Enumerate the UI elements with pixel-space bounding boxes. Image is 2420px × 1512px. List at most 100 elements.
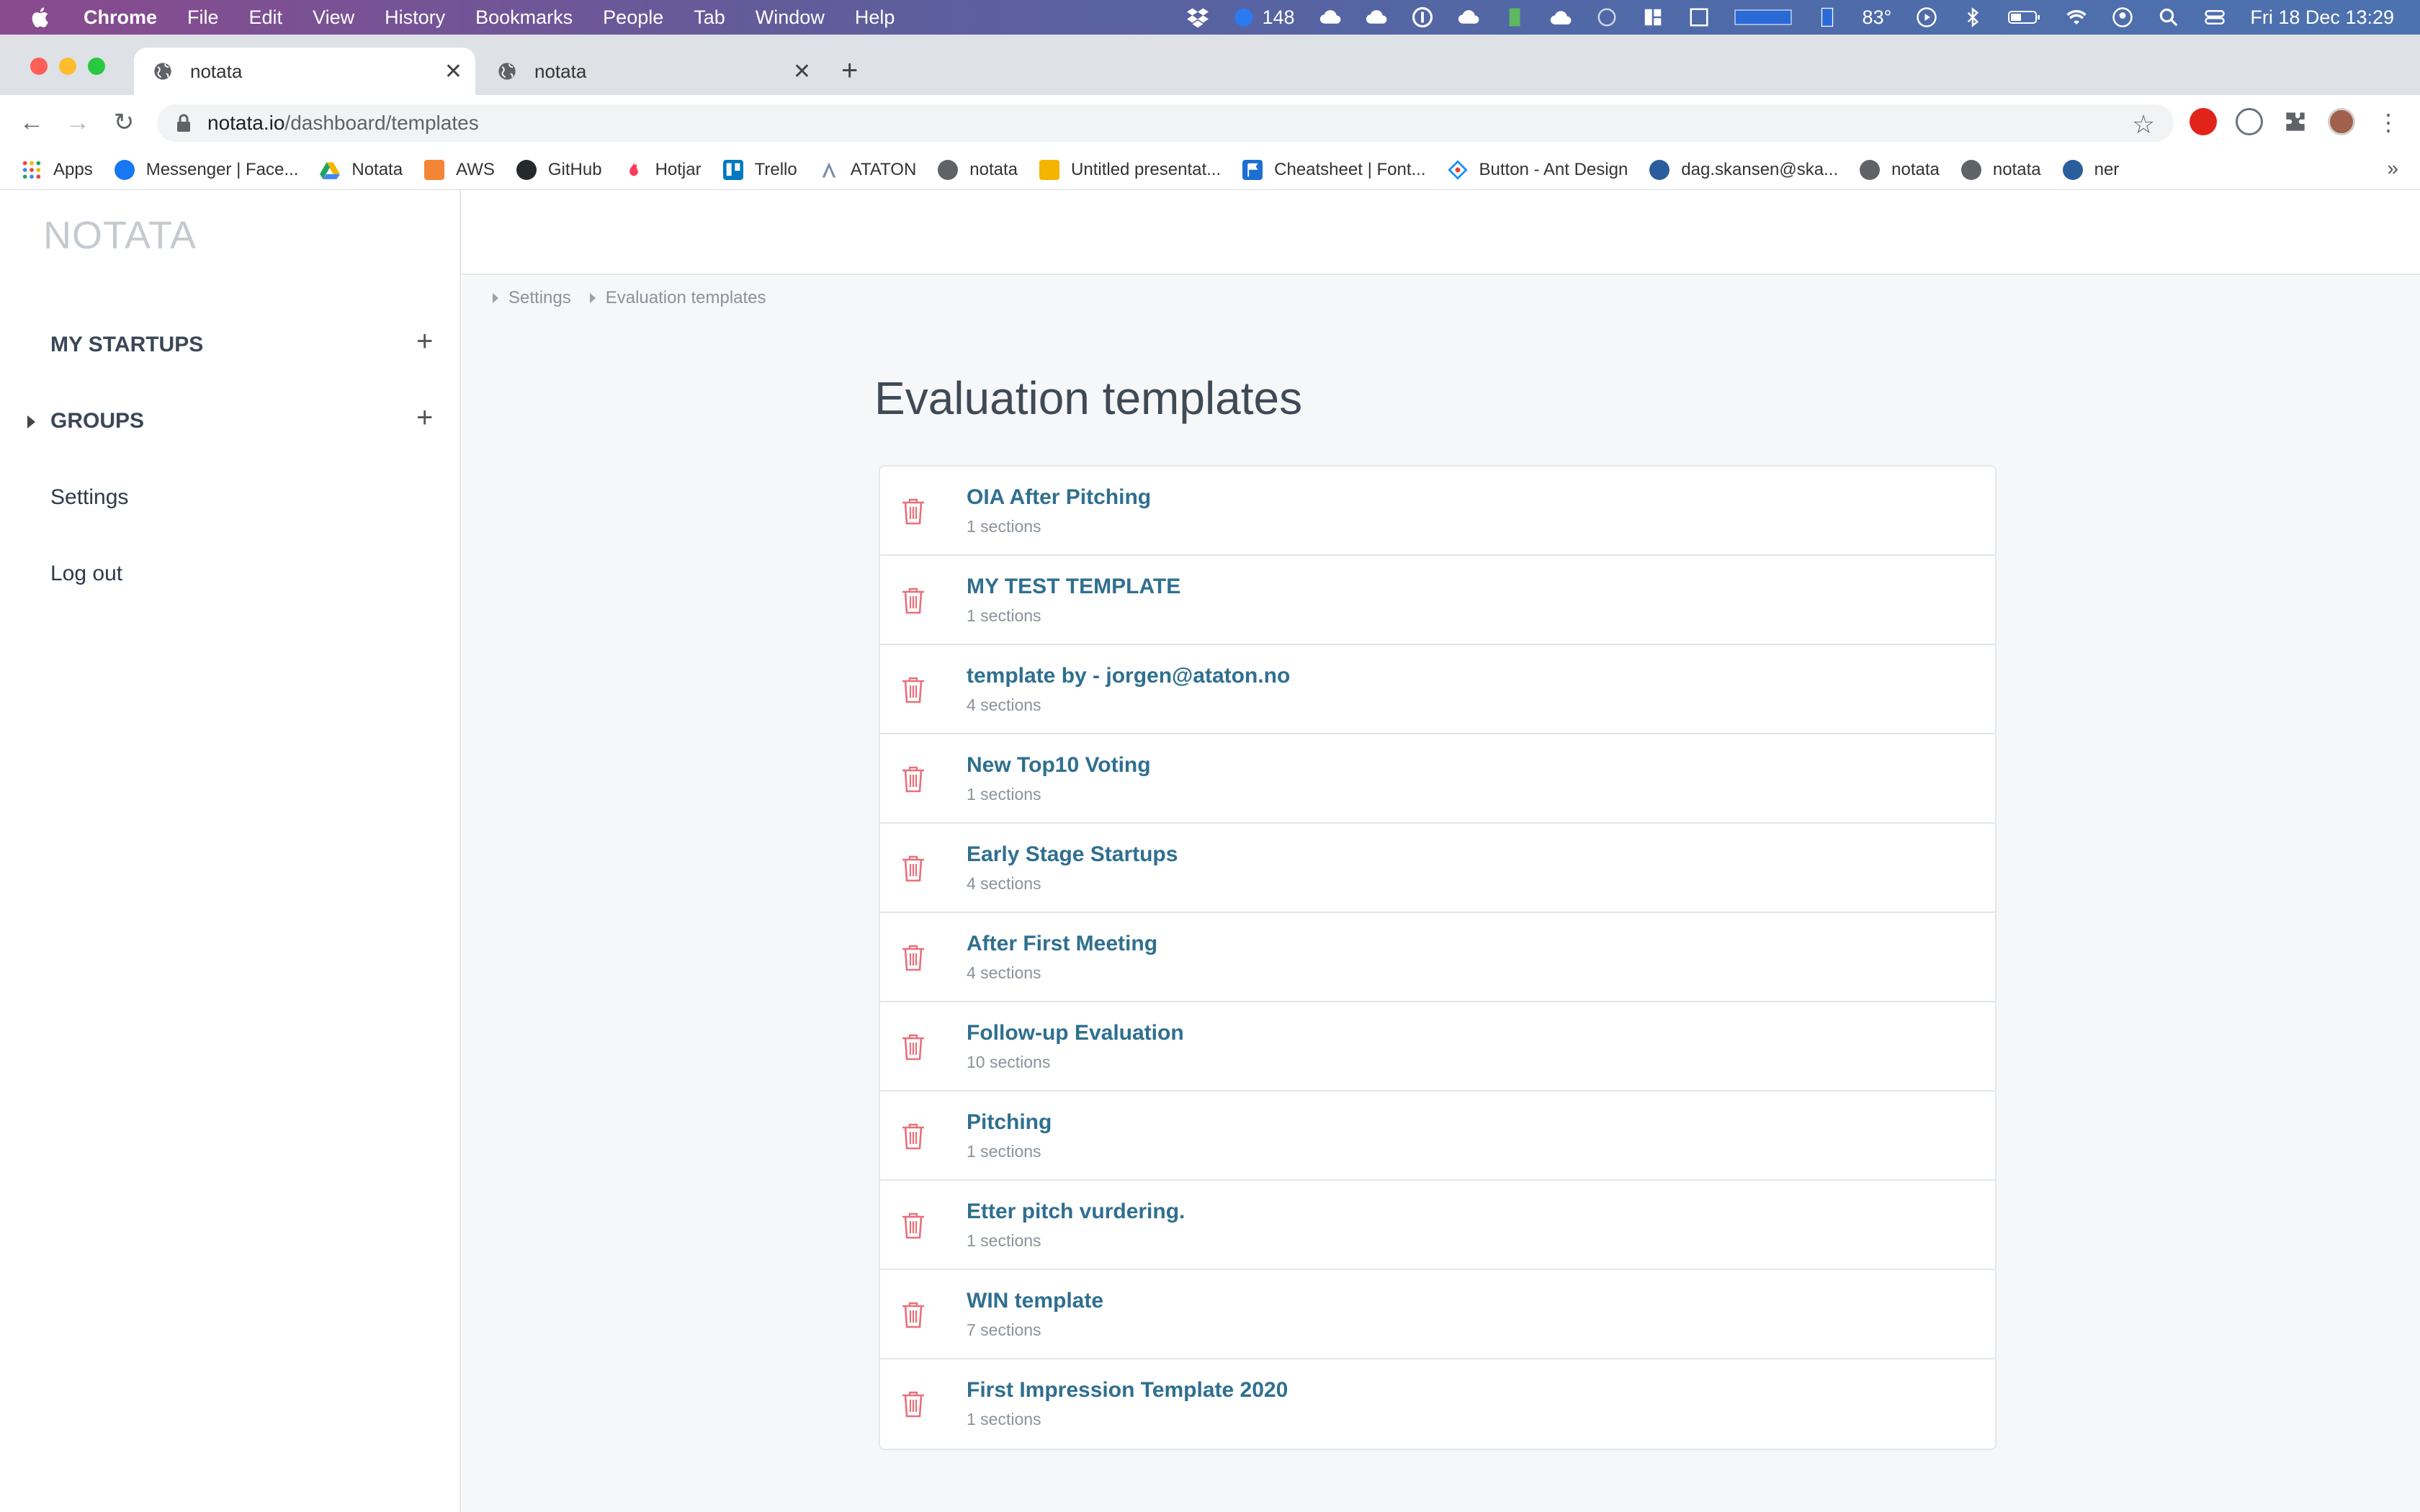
play-icon[interactable] <box>1916 6 1937 28</box>
bookmark-messenger[interactable]: Messenger | Face... <box>114 159 298 180</box>
cloud-sync-icon[interactable] <box>1366 6 1387 28</box>
menu-people[interactable]: People <box>603 6 663 29</box>
opera-adblock-extension-icon[interactable] <box>2190 108 2217 135</box>
dropbox-icon[interactable] <box>1187 6 1209 28</box>
template-row[interactable]: First Impression Template 2020 1 sections <box>880 1359 1995 1449</box>
template-row[interactable]: OIA After Pitching 1 sections <box>880 467 1995 556</box>
notata-logo[interactable]: NOTATA <box>43 213 197 258</box>
cpu-meter-icon[interactable] <box>1734 6 1792 28</box>
lock-icon[interactable] <box>176 114 192 132</box>
template-row[interactable]: WIN template 7 sections <box>880 1270 1995 1359</box>
template-row[interactable]: MY TEST TEMPLATE 1 sections <box>880 556 1995 645</box>
template-name-link[interactable]: MY TEST TEMPLATE <box>967 575 1180 599</box>
bookmark-dag-skansen[interactable]: dag.skansen@ska... <box>1649 159 1838 180</box>
menu-edit[interactable]: Edit <box>249 6 283 29</box>
bookmark-star-icon[interactable]: ☆ <box>2132 109 2155 140</box>
address-bar[interactable]: notata.io/dashboard/templates <box>157 104 2174 142</box>
trash-icon[interactable] <box>900 1032 926 1061</box>
battery-stats-icon[interactable] <box>1504 6 1525 28</box>
template-name-link[interactable]: First Impression Template 2020 <box>967 1378 1288 1403</box>
bookmark-notata-drive[interactable]: Notata <box>320 160 403 180</box>
extensions-puzzle-icon[interactable] <box>2282 108 2309 135</box>
bookmark-ant-design[interactable]: Button - Ant Design <box>1447 160 1628 180</box>
wifi-icon[interactable] <box>2066 6 2087 28</box>
tab-close-icon[interactable]: ✕ <box>793 59 811 84</box>
cloud-upload-icon[interactable] <box>1319 6 1341 28</box>
bookmark-ataton[interactable]: ATATON <box>819 160 916 180</box>
sidebar-item-groups[interactable]: GROUPS <box>50 409 144 433</box>
menu-tab[interactable]: Tab <box>694 6 725 29</box>
bookmarks-overflow-icon[interactable]: » <box>2387 157 2398 180</box>
template-row[interactable]: Follow-up Evaluation 10 sections <box>880 1002 1995 1092</box>
password-manager-icon[interactable] <box>1412 6 1433 28</box>
template-name-link[interactable]: Follow-up Evaluation <box>967 1021 1184 1045</box>
bookmark-untitled-presentation[interactable]: Untitled presentat... <box>1039 159 1221 180</box>
menu-bar-clock[interactable]: Fri 18 Dec 13:29 <box>2250 6 2394 29</box>
template-name-link[interactable]: template by - jorgen@ataton.no <box>967 664 1290 688</box>
window-zoom-button[interactable] <box>88 58 105 75</box>
tab-close-icon[interactable]: ✕ <box>444 59 462 84</box>
weather-cloud-icon[interactable] <box>1550 6 1572 28</box>
trash-icon[interactable] <box>900 765 926 793</box>
menu-bookmarks[interactable]: Bookmarks <box>475 6 573 29</box>
breadcrumb-settings[interactable]: Settings <box>508 288 571 308</box>
sidebar-item-my-startups[interactable]: MY STARTUPS <box>50 333 203 357</box>
browser-tab-active[interactable]: notata ✕ <box>134 48 475 95</box>
profile-avatar[interactable] <box>2328 108 2355 135</box>
bookmark-hotjar[interactable]: Hotjar <box>624 160 702 180</box>
reload-icon[interactable]: ↻ <box>109 108 138 137</box>
forward-arrow-icon[interactable]: → <box>63 108 92 137</box>
layout-grid-icon[interactable] <box>1642 6 1664 28</box>
bookmark-notata-2[interactable]: notata <box>1860 159 1940 180</box>
battery-icon[interactable] <box>2008 6 2041 28</box>
bookmark-app-icon[interactable] <box>1688 6 1710 28</box>
menu-window[interactable]: Window <box>756 6 825 29</box>
template-name-link[interactable]: Pitching <box>967 1110 1052 1135</box>
menu-app-name[interactable]: Chrome <box>84 6 157 29</box>
notification-shield-icon[interactable] <box>1233 6 1255 28</box>
template-name-link[interactable]: OIA After Pitching <box>967 485 1151 510</box>
user-account-icon[interactable] <box>2112 6 2133 28</box>
sidebar-item-logout[interactable]: Log out <box>50 562 122 586</box>
template-row[interactable]: After First Meeting 4 sections <box>880 913 1995 1002</box>
template-row[interactable]: Etter pitch vurdering. 1 sections <box>880 1181 1995 1270</box>
template-row[interactable]: Pitching 1 sections <box>880 1092 1995 1181</box>
bluetooth-off-icon[interactable] <box>1962 6 1984 28</box>
back-arrow-icon[interactable]: ← <box>17 108 46 137</box>
template-name-link[interactable]: Etter pitch vurdering. <box>967 1200 1185 1224</box>
add-group-plus-icon[interactable]: + <box>416 402 433 434</box>
breadcrumb-evaluation-templates[interactable]: Evaluation templates <box>606 288 766 308</box>
new-tab-icon[interactable]: + <box>841 55 858 87</box>
translate-extension-icon[interactable] <box>2236 108 2263 135</box>
trash-icon[interactable] <box>900 1300 926 1329</box>
trash-icon[interactable] <box>900 586 926 615</box>
bookmark-notata[interactable]: notata <box>938 159 1018 180</box>
bookmark-ner[interactable]: ner <box>2062 159 2119 180</box>
kebab-menu-icon[interactable]: ⋮ <box>2374 108 2403 137</box>
trash-icon[interactable] <box>900 854 926 883</box>
window-minimize-button[interactable] <box>59 58 76 75</box>
template-row[interactable]: template by - jorgen@ataton.no 4 sections <box>880 645 1995 734</box>
template-row[interactable]: New Top10 Voting 1 sections <box>880 734 1995 824</box>
bookmark-notata-3[interactable]: notata <box>1960 159 2041 180</box>
trash-icon[interactable] <box>900 497 926 526</box>
spotlight-search-icon[interactable] <box>2158 6 2179 28</box>
memory-meter-icon[interactable] <box>1816 6 1838 28</box>
trash-icon[interactable] <box>900 675 926 704</box>
trash-icon[interactable] <box>900 1390 926 1418</box>
template-name-link[interactable]: New Top10 Voting <box>967 753 1151 778</box>
menu-help[interactable]: Help <box>855 6 895 29</box>
sidebar-item-settings[interactable]: Settings <box>50 485 128 510</box>
groups-caret-right-icon[interactable] <box>27 415 35 428</box>
bookmark-aws[interactable]: AWS <box>424 159 495 180</box>
menu-file[interactable]: File <box>187 6 219 29</box>
trash-icon[interactable] <box>900 1122 926 1151</box>
apple-logo-icon[interactable] <box>29 5 53 30</box>
temperature-readout[interactable]: 83° <box>1863 6 1892 29</box>
trash-icon[interactable] <box>900 1211 926 1240</box>
browser-tab[interactable]: notata ✕ <box>478 48 824 95</box>
template-name-link[interactable]: WIN template <box>967 1289 1103 1313</box>
template-row[interactable]: Early Stage Startups 4 sections <box>880 824 1995 913</box>
add-startup-plus-icon[interactable]: + <box>416 325 433 358</box>
bookmark-trello[interactable]: Trello <box>722 159 797 180</box>
